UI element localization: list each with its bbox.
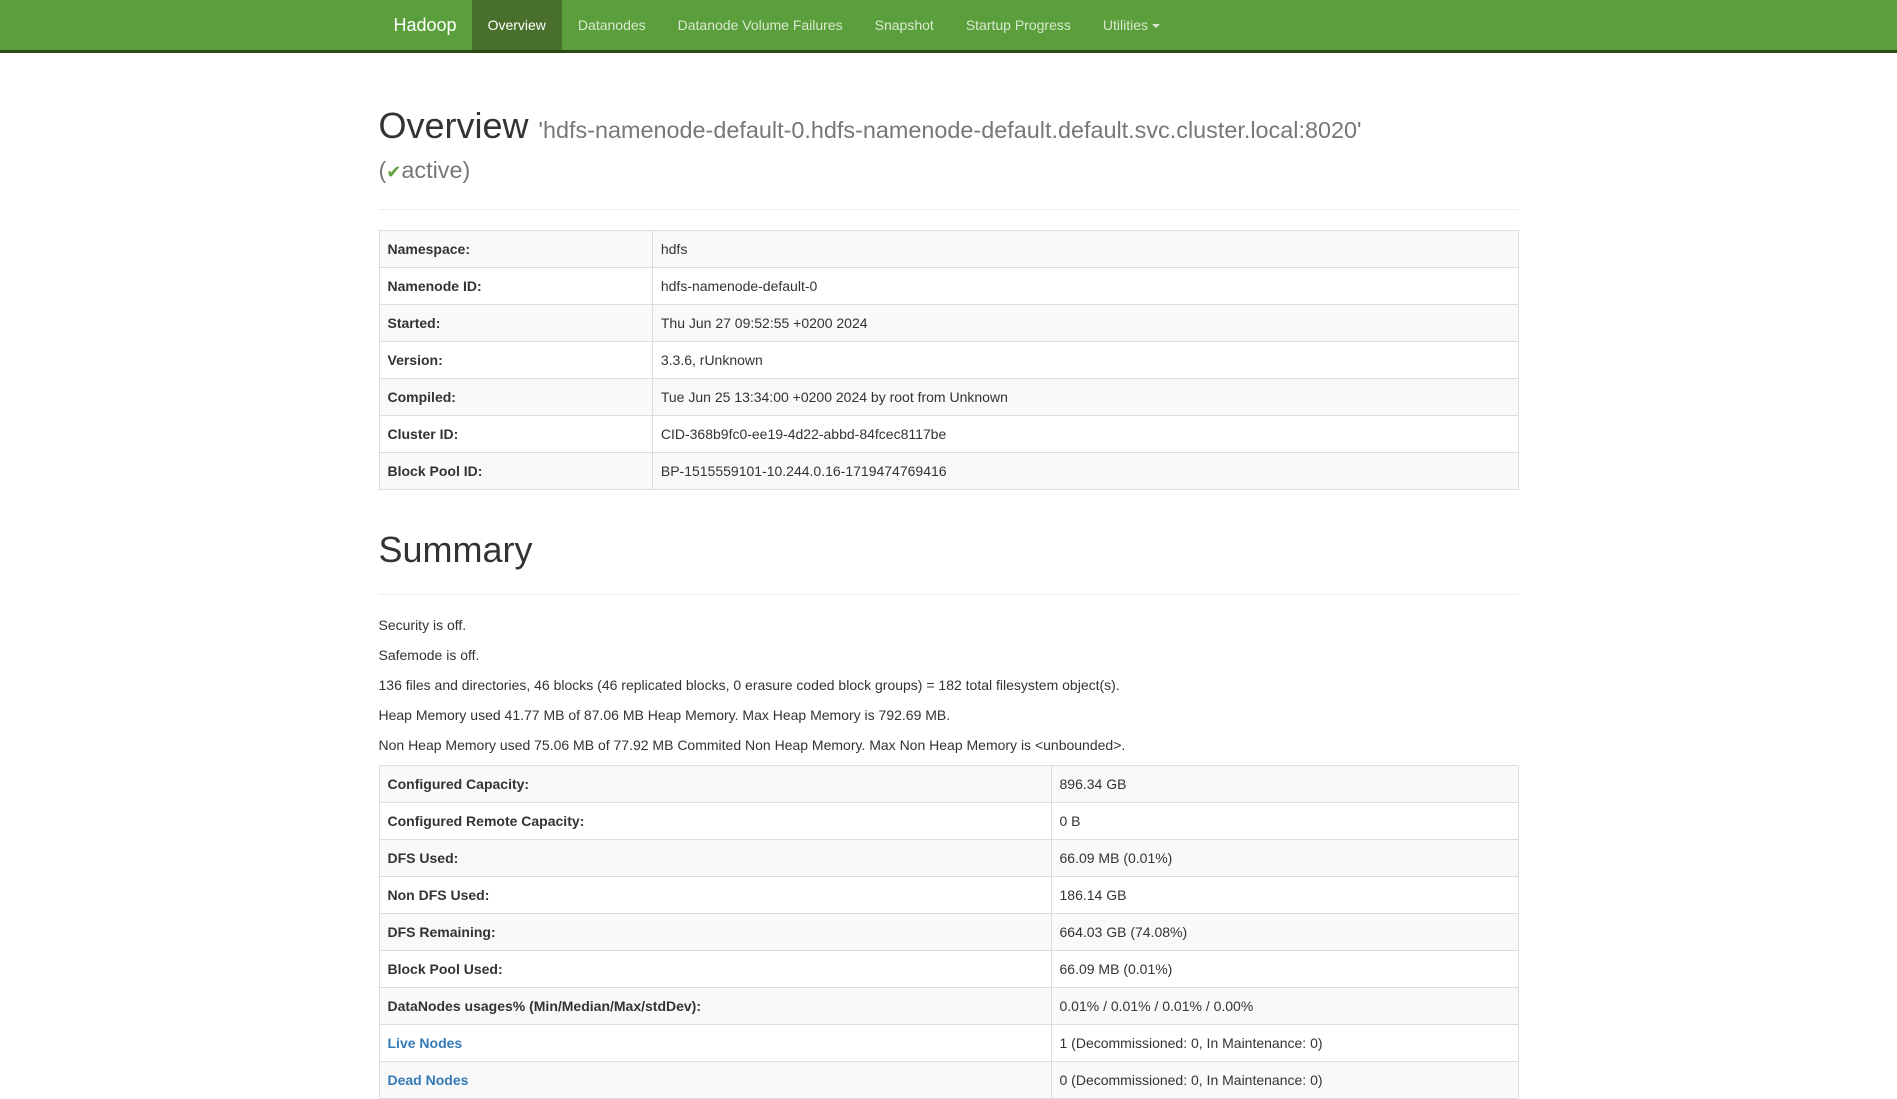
filesystem-objects-status: 136 files and directories, 46 blocks (46… xyxy=(379,675,1519,695)
row-value: hdfs xyxy=(652,231,1518,268)
row-label: Dead Nodes xyxy=(379,1061,1051,1098)
row-value: 896.34 GB xyxy=(1051,765,1518,802)
summary-title: Summary xyxy=(379,530,1519,570)
summary-text: Security is off. Safemode is off. 136 fi… xyxy=(379,615,1519,755)
row-value: 664.03 GB (74.08%) xyxy=(1051,913,1518,950)
table-row: DFS Used: 66.09 MB (0.01%) xyxy=(379,839,1518,876)
safemode-status: Safemode is off. xyxy=(379,645,1519,665)
live-nodes-link[interactable]: Live Nodes xyxy=(388,1035,463,1051)
row-label: Configured Remote Capacity: xyxy=(379,802,1051,839)
row-value: 186.14 GB xyxy=(1051,876,1518,913)
table-row: Started: Thu Jun 27 09:52:55 +0200 2024 xyxy=(379,305,1518,342)
row-label: Namenode ID: xyxy=(379,268,652,305)
nav-item-datanode-volume-failures[interactable]: Datanode Volume Failures xyxy=(662,0,859,50)
page-title: Overview 'hdfs-namenode-default-0.hdfs-n… xyxy=(379,106,1519,185)
row-label: Block Pool Used: xyxy=(379,950,1051,987)
row-value: Thu Jun 27 09:52:55 +0200 2024 xyxy=(652,305,1518,342)
row-value: 66.09 MB (0.01%) xyxy=(1051,839,1518,876)
summary-table: Configured Capacity: 896.34 GB Configure… xyxy=(379,765,1519,1099)
navbar-menu: Overview Datanodes Datanode Volume Failu… xyxy=(472,0,1176,50)
nav-item-utilities[interactable]: Utilities xyxy=(1087,0,1176,50)
nav-item-startup-progress-link[interactable]: Startup Progress xyxy=(950,0,1087,50)
caret-down-icon xyxy=(1152,24,1160,28)
nav-item-datanodes[interactable]: Datanodes xyxy=(562,0,662,50)
summary-table-wrap: Configured Capacity: 896.34 GB Configure… xyxy=(379,765,1519,1099)
hadoop-brand[interactable]: Hadoop xyxy=(379,0,472,50)
main-content: Overview 'hdfs-namenode-default-0.hdfs-n… xyxy=(364,106,1534,1099)
namenode-address: 'hdfs-namenode-default-0.hdfs-namenode-d… xyxy=(539,117,1362,143)
row-value: hdfs-namenode-default-0 xyxy=(652,268,1518,305)
row-value: BP-1515559101-10.244.0.16-1719474769416 xyxy=(652,453,1518,490)
nav-item-overview-link[interactable]: Overview xyxy=(472,0,562,50)
top-navbar: Hadoop Overview Datanodes Datanode Volum… xyxy=(0,0,1897,53)
table-row: Block Pool ID: BP-1515559101-10.244.0.16… xyxy=(379,453,1518,490)
namenode-state: (✔active) xyxy=(379,157,471,183)
table-row: Non DFS Used: 186.14 GB xyxy=(379,876,1518,913)
row-label: Cluster ID: xyxy=(379,416,652,453)
row-label: DFS Used: xyxy=(379,839,1051,876)
nav-item-overview[interactable]: Overview xyxy=(472,0,562,50)
table-row: Compiled: Tue Jun 25 13:34:00 +0200 2024… xyxy=(379,379,1518,416)
table-row: Cluster ID: CID-368b9fc0-ee19-4d22-abbd-… xyxy=(379,416,1518,453)
row-label: DFS Remaining: xyxy=(379,913,1051,950)
table-row: Configured Remote Capacity: 0 B xyxy=(379,802,1518,839)
row-label: Live Nodes xyxy=(379,1024,1051,1061)
row-label: Version: xyxy=(379,342,652,379)
nav-item-utilities-link[interactable]: Utilities xyxy=(1087,0,1176,50)
table-row: Live Nodes 1 (Decommissioned: 0, In Main… xyxy=(379,1024,1518,1061)
row-label: Configured Capacity: xyxy=(379,765,1051,802)
row-value: Tue Jun 25 13:34:00 +0200 2024 by root f… xyxy=(652,379,1518,416)
nav-item-snapshot-link[interactable]: Snapshot xyxy=(859,0,950,50)
row-value: 1 (Decommissioned: 0, In Maintenance: 0) xyxy=(1051,1024,1518,1061)
dead-nodes-link[interactable]: Dead Nodes xyxy=(388,1072,469,1088)
nav-item-startup-progress[interactable]: Startup Progress xyxy=(950,0,1087,50)
row-value: 0.01% / 0.01% / 0.01% / 0.00% xyxy=(1051,987,1518,1024)
nav-item-snapshot[interactable]: Snapshot xyxy=(859,0,950,50)
namenode-info-table: Namespace: hdfs Namenode ID: hdfs-nameno… xyxy=(379,230,1519,490)
row-label: Namespace: xyxy=(379,231,652,268)
table-row: Block Pool Used: 66.09 MB (0.01%) xyxy=(379,950,1518,987)
overview-header: Overview 'hdfs-namenode-default-0.hdfs-n… xyxy=(379,106,1519,210)
summary-header: Summary xyxy=(379,530,1519,595)
heap-memory-status: Heap Memory used 41.77 MB of 87.06 MB He… xyxy=(379,705,1519,725)
table-row: Namespace: hdfs xyxy=(379,231,1518,268)
non-heap-memory-status: Non Heap Memory used 75.06 MB of 77.92 M… xyxy=(379,735,1519,755)
row-value: 0 B xyxy=(1051,802,1518,839)
overview-title-text: Overview xyxy=(379,105,529,146)
security-status: Security is off. xyxy=(379,615,1519,635)
row-label: Block Pool ID: xyxy=(379,453,652,490)
row-value: 0 (Decommissioned: 0, In Maintenance: 0) xyxy=(1051,1061,1518,1098)
table-row: DataNodes usages% (Min/Median/Max/stdDev… xyxy=(379,987,1518,1024)
row-label: Non DFS Used: xyxy=(379,876,1051,913)
row-value: 66.09 MB (0.01%) xyxy=(1051,950,1518,987)
nav-item-datanode-volume-failures-link[interactable]: Datanode Volume Failures xyxy=(662,0,859,50)
row-value: CID-368b9fc0-ee19-4d22-abbd-84fcec8117be xyxy=(652,416,1518,453)
table-row: Namenode ID: hdfs-namenode-default-0 xyxy=(379,268,1518,305)
row-label: Started: xyxy=(379,305,652,342)
active-check-icon: ✔ xyxy=(386,162,401,182)
table-row: Version: 3.3.6, rUnknown xyxy=(379,342,1518,379)
row-label: DataNodes usages% (Min/Median/Max/stdDev… xyxy=(379,987,1051,1024)
table-row: Configured Capacity: 896.34 GB xyxy=(379,765,1518,802)
row-label: Compiled: xyxy=(379,379,652,416)
row-value: 3.3.6, rUnknown xyxy=(652,342,1518,379)
table-row: DFS Remaining: 664.03 GB (74.08%) xyxy=(379,913,1518,950)
nav-item-datanodes-link[interactable]: Datanodes xyxy=(562,0,662,50)
table-row: Dead Nodes 0 (Decommissioned: 0, In Main… xyxy=(379,1061,1518,1098)
